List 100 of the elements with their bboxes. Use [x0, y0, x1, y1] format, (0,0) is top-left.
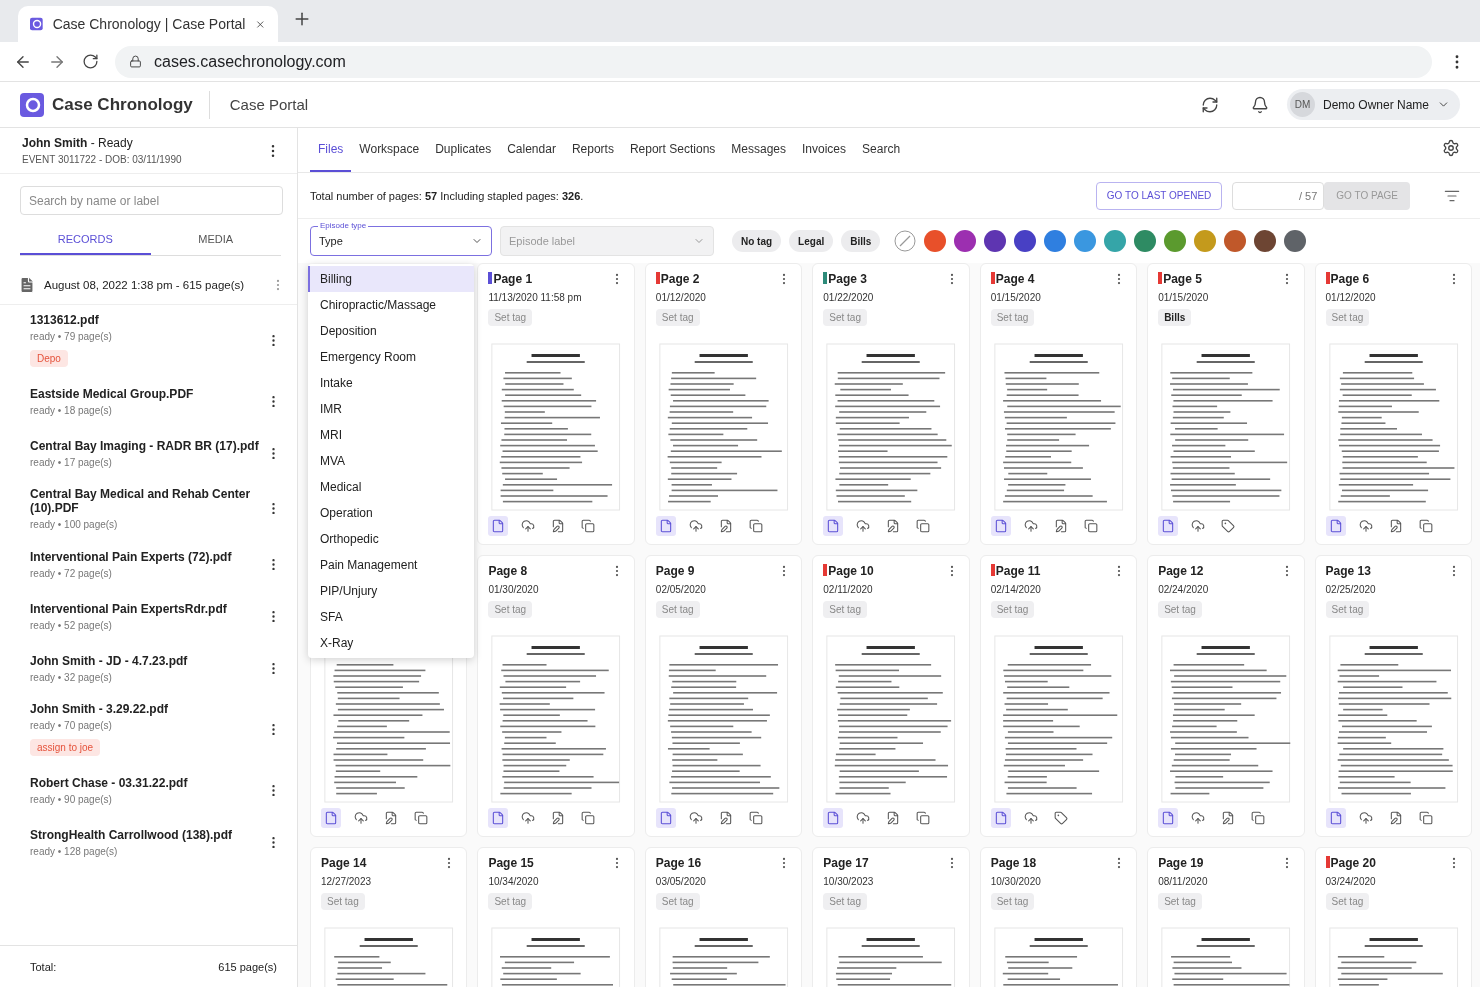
page-card[interactable]: Page 3 01/22/2020 Set tag — [812, 263, 970, 545]
nav-tab[interactable]: Calendar — [499, 128, 564, 172]
page-date: 03/05/2020 — [655, 876, 707, 887]
sync-icon[interactable] — [1200, 95, 1219, 114]
color-filter-dot[interactable] — [984, 230, 1007, 252]
file-icon[interactable] — [823, 516, 844, 536]
tag-filter-chip[interactable]: No tag — [732, 230, 782, 252]
menu-item[interactable]: SFA — [308, 604, 474, 630]
nav-tab[interactable]: Invoices — [794, 128, 855, 172]
search-field[interactable]: Search by name or label — [20, 186, 283, 215]
nav-tab[interactable]: Search — [854, 128, 909, 172]
file-icon[interactable] — [321, 808, 341, 828]
file-item[interactable]: John Smith - JD - 4.7.23.pdf ready • 32 page(s) — [0, 642, 297, 694]
color-filter-dot[interactable] — [1224, 230, 1247, 252]
reload-icon[interactable] — [82, 53, 99, 70]
file-item[interactable]: Central Bay Imaging - RADR BR (17).pdf ready • 17 page(s) — [0, 427, 297, 479]
page-date: 02/11/2020 — [823, 584, 874, 595]
file-icon[interactable] — [1325, 808, 1346, 828]
nav-tab[interactable]: Report Sections — [621, 128, 724, 172]
file-icon[interactable] — [1158, 516, 1179, 536]
file-icon[interactable] — [488, 516, 509, 536]
page-card[interactable]: Page 12 02/24/2020 Set tag — [1147, 555, 1305, 837]
color-filter-dot[interactable] — [954, 230, 977, 252]
page-card[interactable]: Page 2 01/12/2020 Set tag — [644, 263, 803, 545]
menu-item[interactable]: MVA — [308, 448, 474, 474]
file-item[interactable]: Interventional Pain ExpertsRdr.pdf ready • 52 page(s) — [0, 590, 297, 642]
go-to-last-opened-button[interactable]: GO TO LAST OPENED — [1095, 181, 1223, 210]
menu-item[interactable]: Pain Management — [308, 552, 474, 578]
page-card[interactable]: Page 10 02/11/2020 Set tag — [812, 555, 970, 837]
file-icon[interactable] — [655, 516, 676, 536]
tag-filter-chip[interactable]: Bills — [841, 230, 881, 252]
menu-item[interactable]: Intake — [308, 370, 474, 396]
page-number-field[interactable]: / 57 — [1232, 181, 1325, 210]
menu-item[interactable]: IMR — [308, 396, 474, 422]
user-menu[interactable]: DM Demo Owner Name — [1286, 89, 1460, 120]
color-filter-dot[interactable] — [1044, 230, 1067, 252]
settings-icon[interactable] — [1442, 139, 1460, 157]
notification-bell-icon[interactable] — [1250, 95, 1269, 114]
user-name: Demo Owner Name — [1322, 97, 1429, 112]
tag-filter-chip[interactable]: Legal — [789, 230, 834, 252]
menu-item[interactable]: X-Ray — [308, 630, 474, 656]
page-card[interactable]: Page 6 01/12/2020 Set tag — [1314, 263, 1472, 545]
file-icon[interactable] — [990, 808, 1011, 828]
color-filter-dot[interactable] — [1104, 230, 1127, 252]
file-item[interactable]: Interventional Pain Experts (72).pdf ready • 72 page(s) — [0, 538, 297, 590]
page-card[interactable]: Page 13 02/25/2020 Set tag — [1314, 555, 1472, 837]
page-card[interactable]: Page 1 11/13/2020 11:58 pm Set tag — [477, 263, 635, 545]
file-item[interactable]: Robert Chase - 03.31.22.pdf ready • 90 page(s) — [0, 764, 297, 816]
page-title: Page 12 — [1158, 564, 1204, 578]
menu-item[interactable]: MRI — [308, 422, 474, 448]
file-item[interactable]: John Smith - 3.29.22.pdf ready • 70 page(s) assign to joe — [0, 694, 297, 764]
field-label: Episode type — [318, 221, 369, 231]
color-filter-dot[interactable] — [1164, 230, 1187, 252]
file-icon[interactable] — [1158, 808, 1179, 828]
page-card[interactable]: Page 5 01/15/2020 Bills — [1147, 263, 1305, 545]
sidebar-tab[interactable]: RECORDS — [20, 223, 151, 255]
page-card[interactable]: Page 4 01/15/2020 Set tag — [979, 263, 1138, 545]
menu-item[interactable]: Orthopedic — [308, 526, 474, 552]
file-icon[interactable] — [990, 516, 1011, 536]
color-filter-dot[interactable] — [1014, 230, 1037, 252]
page-card[interactable]: Page 8 01/30/2020 Set tag — [477, 555, 635, 837]
page-card[interactable]: Page 9 02/05/2020 Set tag — [644, 555, 803, 837]
nav-tab[interactable]: Messages — [723, 128, 794, 172]
nav-tab[interactable]: Workspace — [351, 128, 428, 172]
user-avatar: DM — [1289, 92, 1315, 117]
menu-item[interactable]: Emergency Room — [308, 344, 474, 370]
address-bar[interactable]: cases.casechronology.com — [115, 45, 1432, 78]
file-item[interactable]: StrongHealth Carrollwood (138).pdf ready • 128 page(s) — [0, 816, 297, 868]
color-filter-dot[interactable] — [924, 230, 947, 252]
no-color-icon[interactable] — [894, 230, 917, 252]
page-card[interactable]: Page 11 02/14/2020 Set tag — [979, 555, 1138, 837]
nav-tab[interactable]: Duplicates — [427, 128, 500, 172]
page-title: Page 3 — [823, 272, 867, 286]
menu-item[interactable]: Medical — [308, 474, 474, 500]
menu-item[interactable]: Deposition — [308, 318, 474, 344]
file-icon[interactable] — [823, 808, 844, 828]
file-item[interactable]: 1313612.pdf ready • 79 page(s) Depo — [0, 305, 297, 375]
menu-item[interactable]: PIP/Unjury — [308, 578, 474, 604]
file-item[interactable]: Eastside Medical Group.PDF ready • 18 page(s) — [0, 375, 297, 427]
tag-chip[interactable]: Bills — [1158, 309, 1192, 326]
menu-item[interactable]: Chiropractic/Massage — [308, 292, 474, 318]
file-item[interactable]: Central Bay Medical and Rehab Center (10).PDF ready • 100 page(s) — [0, 479, 297, 538]
file-status: ready • 72 page(s) — [30, 567, 113, 579]
page-title: Page 9 — [655, 564, 695, 578]
nav-tab[interactable]: Reports — [563, 128, 622, 172]
page-date: 01/15/2020 — [990, 292, 1042, 303]
browser-tab[interactable]: Case Chronology | Case Portal — [18, 6, 278, 42]
file-icon[interactable] — [488, 808, 509, 828]
file-icon[interactable] — [1325, 516, 1346, 536]
file-status: ready • 128 page(s) — [30, 845, 119, 857]
menu-item[interactable]: Billing — [308, 266, 474, 292]
color-filter-dot[interactable] — [1284, 230, 1307, 252]
color-filter-dot[interactable] — [1134, 230, 1157, 252]
sidebar-tab[interactable]: MEDIA — [150, 223, 281, 255]
color-filter-dot[interactable] — [1254, 230, 1277, 252]
file-icon[interactable] — [655, 808, 676, 828]
menu-item[interactable]: Operation — [308, 500, 474, 526]
page-date: 01/22/2020 — [823, 292, 875, 303]
color-filter-dot[interactable] — [1194, 230, 1217, 252]
color-filter-dot[interactable] — [1074, 230, 1097, 252]
